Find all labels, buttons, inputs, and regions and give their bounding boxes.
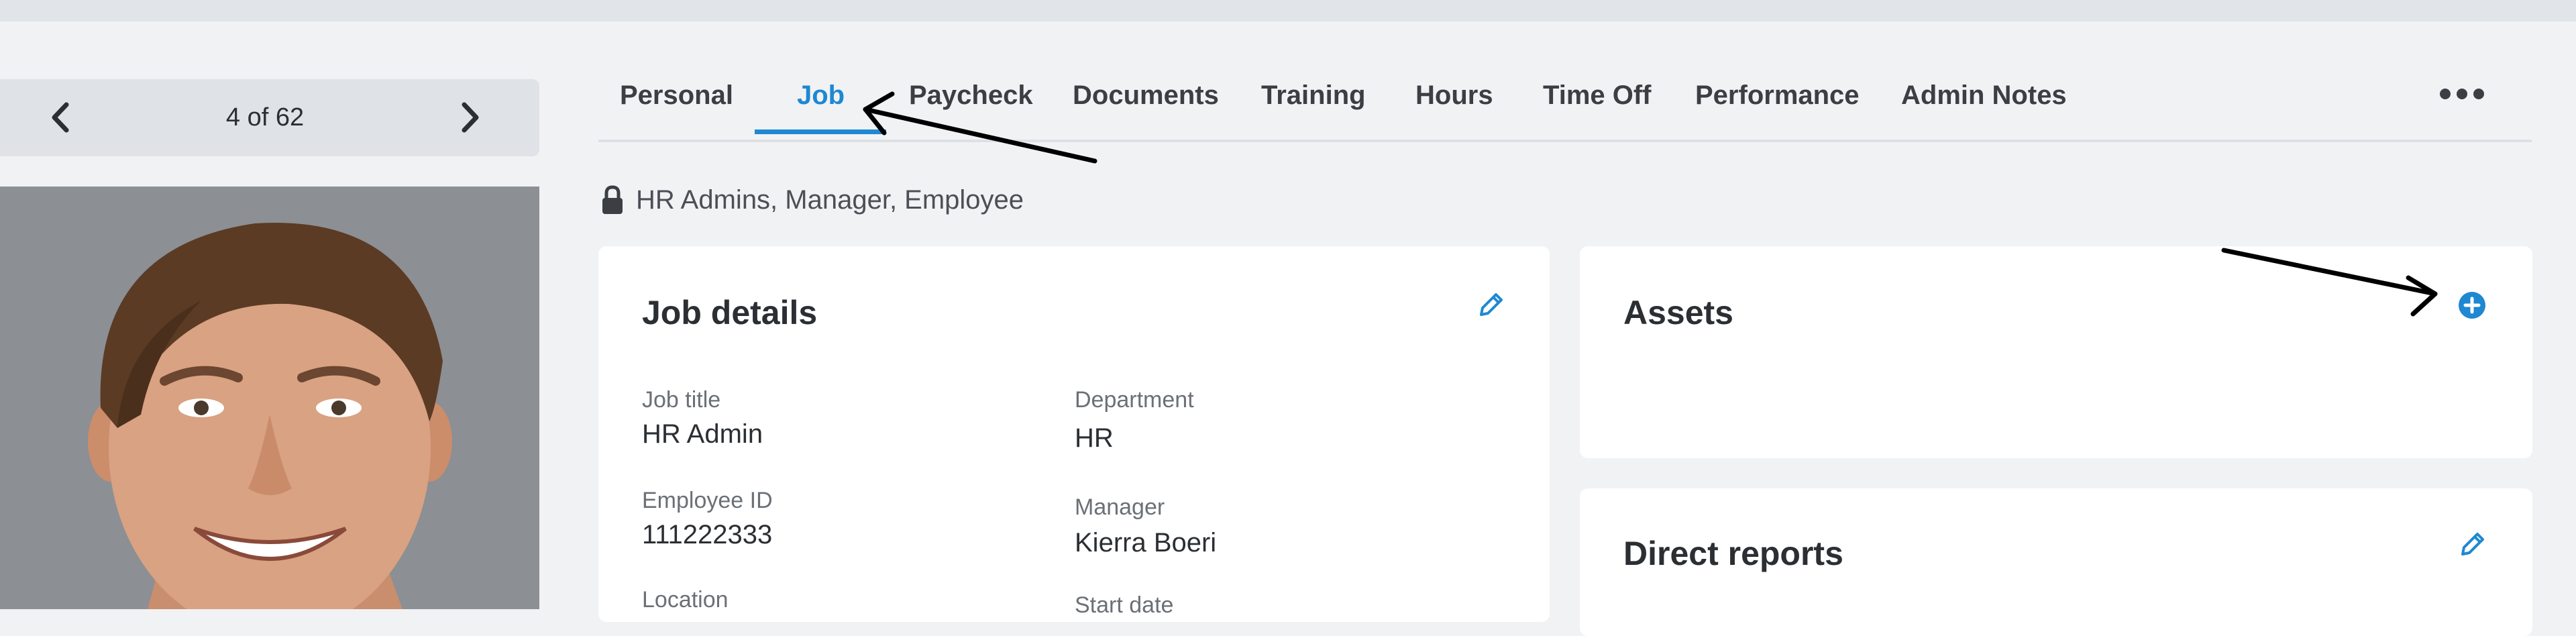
employee-portrait: [0, 187, 539, 609]
job-title-value: HR Admin: [642, 419, 763, 449]
lock-icon: [602, 185, 623, 214]
manager-label: Manager: [1075, 494, 1165, 520]
assets-card: Assets: [1580, 246, 2532, 458]
more-horizontal-icon: [2440, 89, 2484, 99]
job-details-title: Job details: [642, 294, 818, 331]
next-employee-button[interactable]: [446, 94, 493, 141]
active-tab-indicator: [755, 129, 886, 134]
top-bar: [0, 0, 2576, 21]
start-date-label: Start date: [1075, 592, 1174, 618]
employee-pager: 4 of 62: [0, 79, 539, 156]
department-label: Department: [1075, 387, 1194, 413]
tab-documents[interactable]: Documents: [1073, 79, 1219, 140]
job-details-card: Job details Job title HR Admin Departmen…: [598, 246, 1550, 622]
location-label: Location: [642, 587, 729, 613]
add-asset-button[interactable]: [2453, 286, 2491, 324]
manager-value: Kierra Boeri: [1075, 528, 1217, 558]
employee-photo: [0, 187, 539, 609]
tab-training[interactable]: Training: [1261, 79, 1366, 140]
chevron-right-icon: [462, 102, 479, 133]
more-options-button[interactable]: [2435, 79, 2489, 113]
pencil-icon: [2461, 533, 2484, 555]
tab-time-off[interactable]: Time Off: [1543, 79, 1652, 140]
pencil-icon: [1480, 293, 1503, 316]
tab-paycheck[interactable]: Paycheck: [909, 79, 1033, 140]
plus-circle-icon: [2459, 292, 2485, 319]
employee-id-value: 111222333: [642, 520, 773, 549]
tab-admin-notes[interactable]: Admin Notes: [1901, 79, 2067, 140]
employee-id-label: Employee ID: [642, 488, 773, 513]
tab-performance[interactable]: Performance: [1695, 79, 1860, 140]
visibility-permissions: HR Admins, Manager, Employee: [601, 180, 1024, 220]
profile-tabs: Personal Job Paycheck Documents Training…: [598, 79, 2532, 142]
tab-personal[interactable]: Personal: [620, 79, 733, 140]
permissions-text: HR Admins, Manager, Employee: [636, 184, 1024, 215]
edit-job-details-button[interactable]: [1472, 286, 1509, 324]
department-value: HR: [1075, 423, 1114, 453]
edit-direct-reports-button[interactable]: [2453, 526, 2491, 564]
direct-reports-title: Direct reports: [1623, 535, 1843, 572]
assets-title: Assets: [1623, 294, 1733, 331]
tab-hours[interactable]: Hours: [1415, 79, 1493, 140]
direct-reports-card: Direct reports: [1580, 488, 2532, 636]
job-title-label: Job title: [642, 387, 721, 413]
